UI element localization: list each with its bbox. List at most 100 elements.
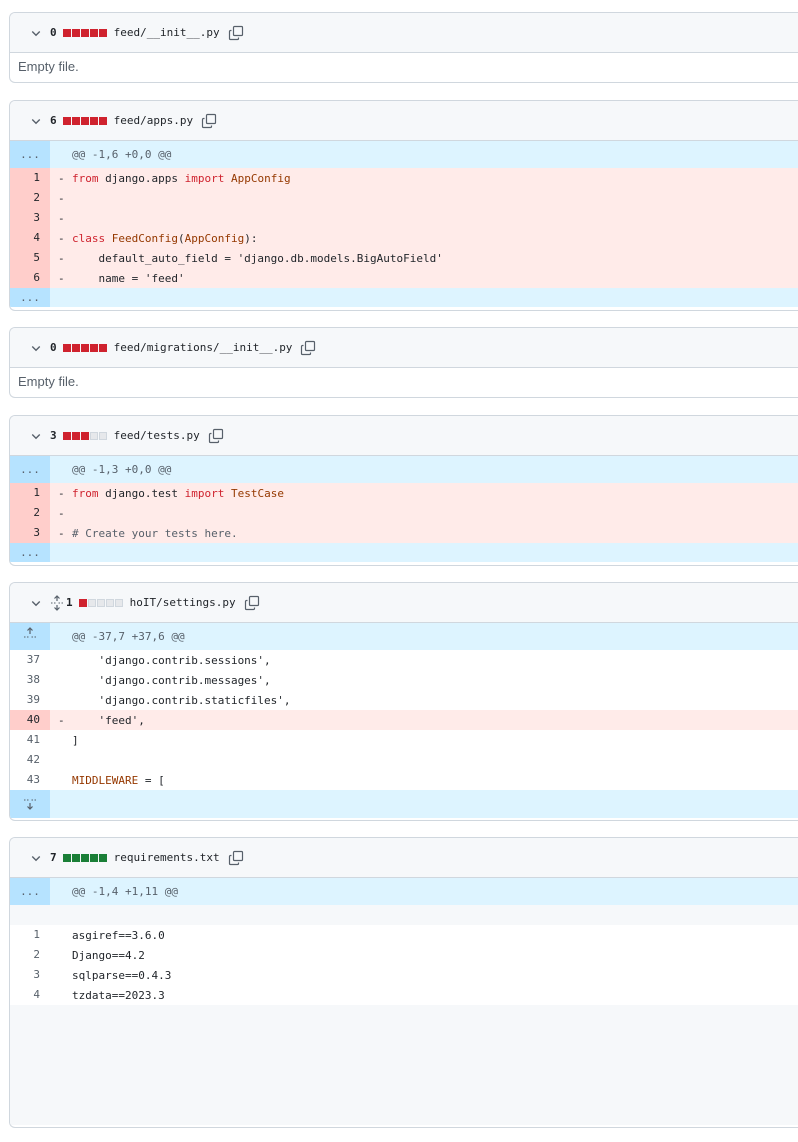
diff-sign: - (58, 211, 65, 225)
file-header[interactable]: 0 feed/__init__.py (10, 13, 798, 53)
code-line: from django.test import TestCase (72, 487, 798, 500)
code-line: default_auto_field = 'django.db.models.B… (72, 252, 798, 265)
hunk-expand-button[interactable]: ... (10, 878, 50, 905)
line-number[interactable]: 39 (10, 690, 50, 710)
code-line: ] (72, 733, 79, 747)
code-token: from (72, 171, 99, 185)
hunk-range: @@ -1,4 +1,11 @@ (72, 885, 178, 898)
hunk-range: @@ -1,6 +0,0 @@ (72, 148, 172, 161)
line-number[interactable]: 38 (10, 670, 50, 690)
file-header[interactable]: 3 feed/tests.py (10, 416, 798, 456)
copy-icon[interactable] (244, 595, 260, 611)
deleted-line: 6- name = 'feed' (10, 268, 798, 288)
diffstat-square-deleted (98, 28, 107, 37)
diffstat-square-deleted (80, 431, 89, 440)
hunk-expand-button[interactable]: ... (10, 288, 50, 307)
copy-icon[interactable] (201, 113, 217, 129)
code-token: class (72, 231, 106, 245)
hunk-footer: ... (10, 543, 798, 562)
chevron-down-icon[interactable] (30, 115, 42, 127)
code-token: ): (244, 231, 258, 245)
line-number[interactable]: 3 (10, 965, 50, 985)
diff-sign: - (58, 271, 65, 285)
copy-icon[interactable] (228, 25, 244, 41)
deleted-line: 5- default_auto_field = 'django.db.model… (10, 248, 798, 268)
diffstat-square-deleted (89, 28, 98, 37)
file-name[interactable]: requirements.txt (114, 851, 220, 864)
diffstat-square-deleted (62, 343, 71, 352)
expand-up-button[interactable] (10, 623, 50, 650)
hunk-expand-button[interactable]: ... (10, 141, 50, 168)
context-line: 43 MIDDLEWARE = [ (10, 770, 798, 790)
change-count: 7 (50, 851, 57, 864)
line-number[interactable]: 2 (10, 503, 50, 523)
change-count: 0 (50, 26, 57, 39)
file-name[interactable]: feed/__init__.py (114, 26, 220, 39)
chevron-down-icon[interactable] (30, 342, 42, 354)
line-number[interactable]: 5 (10, 248, 50, 268)
expand-all-icon[interactable] (50, 594, 64, 611)
chevron-down-icon[interactable] (30, 597, 42, 609)
empty-file-message: Empty file. (18, 374, 79, 389)
context-line: 4 tzdata==2023.3 (10, 985, 798, 1005)
expand-down-button[interactable] (10, 790, 50, 818)
hunk-footer (10, 790, 798, 818)
diff-sign: - (58, 231, 65, 245)
file-name[interactable]: feed/apps.py (114, 114, 193, 127)
copy-icon[interactable] (228, 850, 244, 866)
file-diff-feed-init: 0 feed/__init__.py Empty file. (9, 12, 798, 83)
hunk-header: ... @@ -1,6 +0,0 @@ (10, 141, 798, 168)
chevron-down-icon[interactable] (30, 430, 42, 442)
line-number[interactable]: 3 (10, 523, 50, 543)
file-header[interactable]: 1 hoIT/settings.py (10, 583, 798, 623)
hunk-expand-button[interactable]: ... (10, 543, 50, 562)
diffstat-bars (62, 28, 107, 37)
line-number[interactable]: 43 (10, 770, 50, 790)
diffstat-square-neutral (87, 598, 96, 607)
chevron-down-icon[interactable] (30, 27, 42, 39)
line-number[interactable]: 1 (10, 483, 50, 503)
diffstat-bars (62, 853, 107, 862)
code-token: django.apps (98, 171, 185, 185)
code-token: AppConfig (224, 171, 291, 185)
line-number[interactable]: 2 (10, 188, 50, 208)
line-number[interactable]: 2 (10, 945, 50, 965)
hunk-expand-button[interactable]: ... (10, 456, 50, 483)
change-count: 1 (66, 596, 73, 609)
line-number[interactable]: 4 (10, 228, 50, 248)
file-name[interactable]: feed/tests.py (114, 429, 200, 442)
file-name[interactable]: hoIT/settings.py (130, 596, 236, 609)
line-number[interactable]: 42 (10, 750, 50, 770)
code-line: class FeedConfig(AppConfig): (72, 232, 798, 245)
line-number[interactable]: 6 (10, 268, 50, 288)
code-token: FeedConfig (105, 231, 178, 245)
diffstat-square-deleted (89, 343, 98, 352)
chevron-down-icon[interactable] (30, 852, 42, 864)
diffstat-square-deleted (98, 343, 107, 352)
deleted-line: 1- from django.test import TestCase (10, 483, 798, 503)
expand-down-icon[interactable] (23, 797, 37, 811)
file-header[interactable]: 0 feed/migrations/__init__.py (10, 328, 798, 368)
line-number[interactable]: 40 (10, 710, 50, 730)
diff-sign: - (58, 526, 65, 540)
diffstat-square-deleted (62, 431, 71, 440)
file-name[interactable]: feed/migrations/__init__.py (114, 341, 293, 354)
line-number[interactable]: 41 (10, 730, 50, 750)
context-line: 42 (10, 750, 798, 770)
line-number[interactable]: 1 (10, 168, 50, 188)
diffstat-bars (78, 598, 123, 607)
file-diff-feed-apps: 6 feed/apps.py ... @@ -1,6 +0,0 @@ 1- fro… (9, 100, 798, 311)
line-number[interactable]: 4 (10, 985, 50, 1005)
code-token: = [ (138, 773, 165, 787)
expand-up-icon[interactable] (23, 626, 37, 640)
diffstat-square-deleted (71, 343, 80, 352)
deleted-line: 4- class FeedConfig(AppConfig): (10, 228, 798, 248)
line-number[interactable]: 37 (10, 650, 50, 670)
copy-icon[interactable] (208, 428, 224, 444)
file-header[interactable]: 6 feed/apps.py (10, 101, 798, 141)
copy-icon[interactable] (300, 340, 316, 356)
diff-sign: - (58, 171, 65, 185)
file-header[interactable]: 7 requirements.txt (10, 838, 798, 878)
line-number[interactable]: 3 (10, 208, 50, 228)
line-number[interactable]: 1 (10, 925, 50, 945)
